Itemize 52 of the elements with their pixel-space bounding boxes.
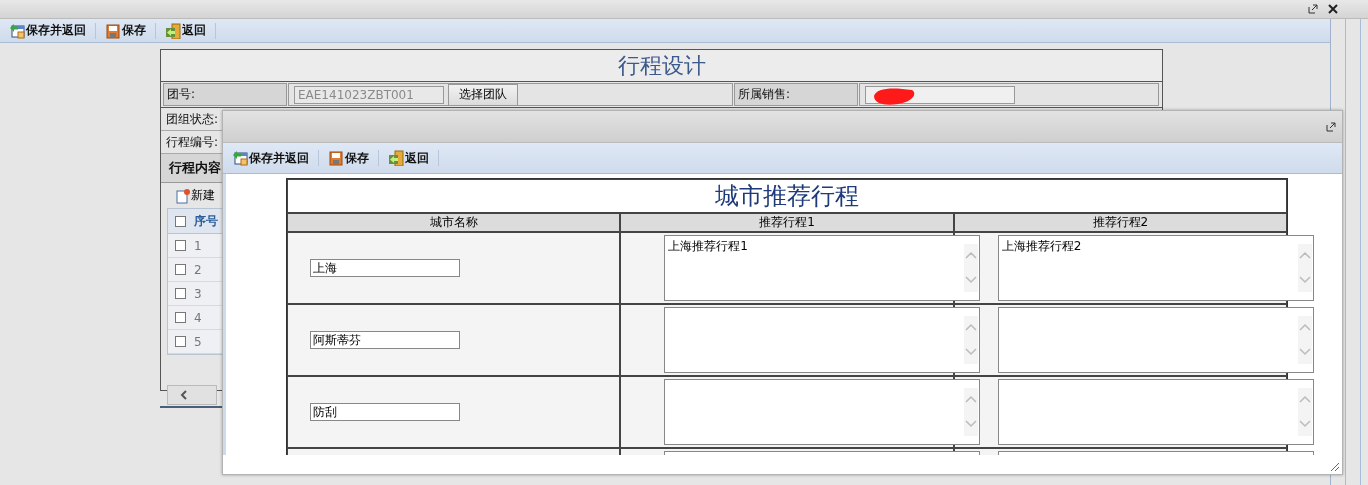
itinerary-textarea[interactable]: 上海推荐行程2 xyxy=(997,235,1314,301)
scroll-arrows-icon[interactable] xyxy=(1297,316,1312,364)
row-number: 3 xyxy=(194,286,202,301)
resize-grip-icon[interactable] xyxy=(1328,460,1340,472)
save-and-return-button[interactable]: 保存并返回 xyxy=(229,148,312,168)
door-arrow-icon xyxy=(165,22,181,39)
scroll-arrows-icon[interactable] xyxy=(1297,388,1312,436)
row-number: 2 xyxy=(194,262,202,277)
itinerary-textarea[interactable]: 上海推荐行程1 xyxy=(664,235,981,301)
scroll-arrows-icon[interactable] xyxy=(1297,244,1312,292)
row-number: 1 xyxy=(194,238,202,253)
table-title: 城市推荐行程 xyxy=(287,179,1287,213)
save-button[interactable]: 保存 xyxy=(325,148,372,168)
field-label: 行程编号: xyxy=(165,133,220,151)
row-number: 5 xyxy=(194,334,202,349)
form-title: 行程设计 xyxy=(161,50,1162,82)
popout-icon[interactable] xyxy=(1326,121,1336,132)
column-header: 序号 xyxy=(194,212,218,230)
row-checkbox[interactable] xyxy=(175,336,186,347)
column-header: 城市名称 xyxy=(287,213,621,232)
sales-field[interactable] xyxy=(865,85,1015,104)
scroll-arrows-icon[interactable] xyxy=(964,388,979,436)
row-checkbox[interactable] xyxy=(175,312,186,323)
row-checkbox[interactable] xyxy=(175,264,186,275)
row-checkbox[interactable] xyxy=(175,288,186,299)
scroll-arrows-icon[interactable] xyxy=(964,316,979,364)
save-button[interactable]: 保存 xyxy=(102,21,149,40)
scroll-arrows-icon[interactable] xyxy=(964,244,979,292)
new-document-icon xyxy=(175,187,191,204)
back-button[interactable]: 返回 xyxy=(162,21,209,40)
select-all-checkbox[interactable] xyxy=(175,215,186,227)
save-return-icon xyxy=(232,150,248,166)
city-name-field[interactable]: 上海 xyxy=(310,259,460,277)
scroll-left-icon[interactable] xyxy=(178,389,190,401)
back-button[interactable]: 返回 xyxy=(385,148,432,168)
door-arrow-icon xyxy=(388,150,404,166)
team-number-field: EAE141023ZBT001 xyxy=(294,85,444,104)
new-button[interactable]: 新建 xyxy=(173,187,217,204)
column-header: 推荐行程2 xyxy=(953,213,1287,232)
field-label: 所属销售: xyxy=(734,83,858,106)
close-icon[interactable] xyxy=(1328,4,1338,14)
city-name-field[interactable]: 防刮 xyxy=(310,403,460,421)
save-return-icon xyxy=(9,22,25,39)
field-label: 团号: xyxy=(163,83,287,106)
horizontal-scrollbar[interactable] xyxy=(167,385,217,405)
column-header: 推荐行程1 xyxy=(620,213,954,232)
city-name-field[interactable]: 阿斯蒂芬 xyxy=(310,331,460,349)
row-checkbox[interactable] xyxy=(175,240,186,251)
save-and-return-button[interactable]: 保存并返回 xyxy=(6,21,89,40)
field-label: 团组状态: xyxy=(165,110,220,128)
popout-icon[interactable] xyxy=(1308,4,1318,14)
row-number: 4 xyxy=(194,310,202,325)
